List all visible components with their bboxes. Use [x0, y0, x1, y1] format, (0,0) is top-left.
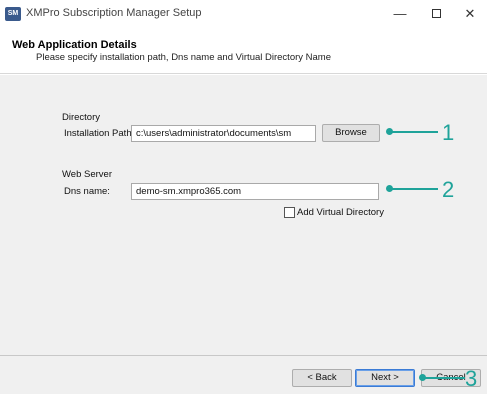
- window-title: XMPro Subscription Manager Setup: [26, 7, 202, 19]
- web-server-group-label: Web Server: [62, 169, 112, 180]
- footer-divider: [0, 355, 487, 356]
- installation-path-label: Installation Path:: [64, 128, 135, 139]
- title-bar: SM XMPro Subscription Manager Setup — ✕: [0, 0, 487, 28]
- minimize-button[interactable]: —: [385, 3, 415, 25]
- close-button[interactable]: ✕: [455, 3, 485, 25]
- dns-name-input[interactable]: demo-sm.xmpro365.com: [131, 183, 379, 200]
- page-title: Web Application Details: [12, 39, 137, 51]
- callout-3-number: 3: [465, 366, 478, 391]
- callout-1-line: [390, 131, 438, 133]
- maximize-icon: [431, 9, 441, 18]
- callout-3-line: [423, 377, 465, 379]
- installation-path-input[interactable]: c:\users\administrator\documents\sm: [131, 125, 316, 142]
- dns-name-label: Dns name:: [64, 186, 110, 197]
- callout-2-line: [390, 188, 438, 190]
- add-virtual-directory-checkbox[interactable]: [284, 207, 295, 218]
- add-virtual-directory-label: Add Virtual Directory: [297, 207, 384, 218]
- maximize-button[interactable]: [421, 3, 451, 25]
- next-button[interactable]: Next >: [355, 369, 415, 387]
- browse-button[interactable]: Browse: [322, 124, 380, 142]
- page-subtitle: Please specify installation path, Dns na…: [36, 52, 331, 63]
- app-icon: SM: [5, 7, 21, 21]
- directory-group-label: Directory: [62, 112, 101, 123]
- page-header: Web Application Details Please specify i…: [0, 28, 487, 74]
- callout-2-number: 2: [442, 177, 455, 202]
- callout-1-number: 1: [442, 120, 455, 145]
- back-button[interactable]: < Back: [292, 369, 352, 387]
